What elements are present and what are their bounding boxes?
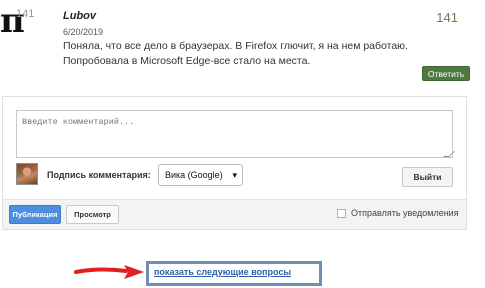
notify-label: Отправлять уведомления	[351, 208, 459, 218]
comment-count: 141	[436, 10, 458, 25]
comment-date[interactable]: 6/20/2019	[63, 27, 103, 37]
identity-select[interactable]: Вика (Google) ▾	[158, 164, 243, 186]
select-value: Вика (Google)	[165, 170, 223, 180]
comment-text: Поняла, что все дело в браузерах. В Fire…	[63, 40, 408, 67]
reply-button[interactable]: Ответить	[422, 66, 470, 81]
notify-checkbox[interactable]	[337, 208, 346, 218]
show-more-link[interactable]: показать следующие вопросы	[154, 267, 291, 277]
sign-label: Подпись комментария:	[47, 170, 151, 180]
comment-input[interactable]	[16, 110, 453, 158]
comments-page: π 141 Lubov 6/20/2019 141 Поняла, что вс…	[0, 0, 485, 288]
user-avatar-icon	[16, 163, 38, 185]
arrow-shaft	[74, 267, 128, 274]
pi-avatar-icon: π 141	[0, 4, 44, 38]
red-arrow-icon	[74, 265, 144, 279]
logout-button[interactable]: Выйти	[402, 167, 453, 187]
chevron-down-icon: ▾	[232, 170, 237, 180]
avatar-glyph: π	[0, 1, 25, 41]
publish-button[interactable]: Публикация	[9, 205, 61, 224]
preview-button[interactable]: Просмотр	[66, 205, 119, 224]
avatar-number: 141	[16, 8, 35, 20]
comment-author[interactable]: Lubov	[63, 10, 96, 22]
notify-option[interactable]: Отправлять уведомления	[337, 208, 459, 218]
